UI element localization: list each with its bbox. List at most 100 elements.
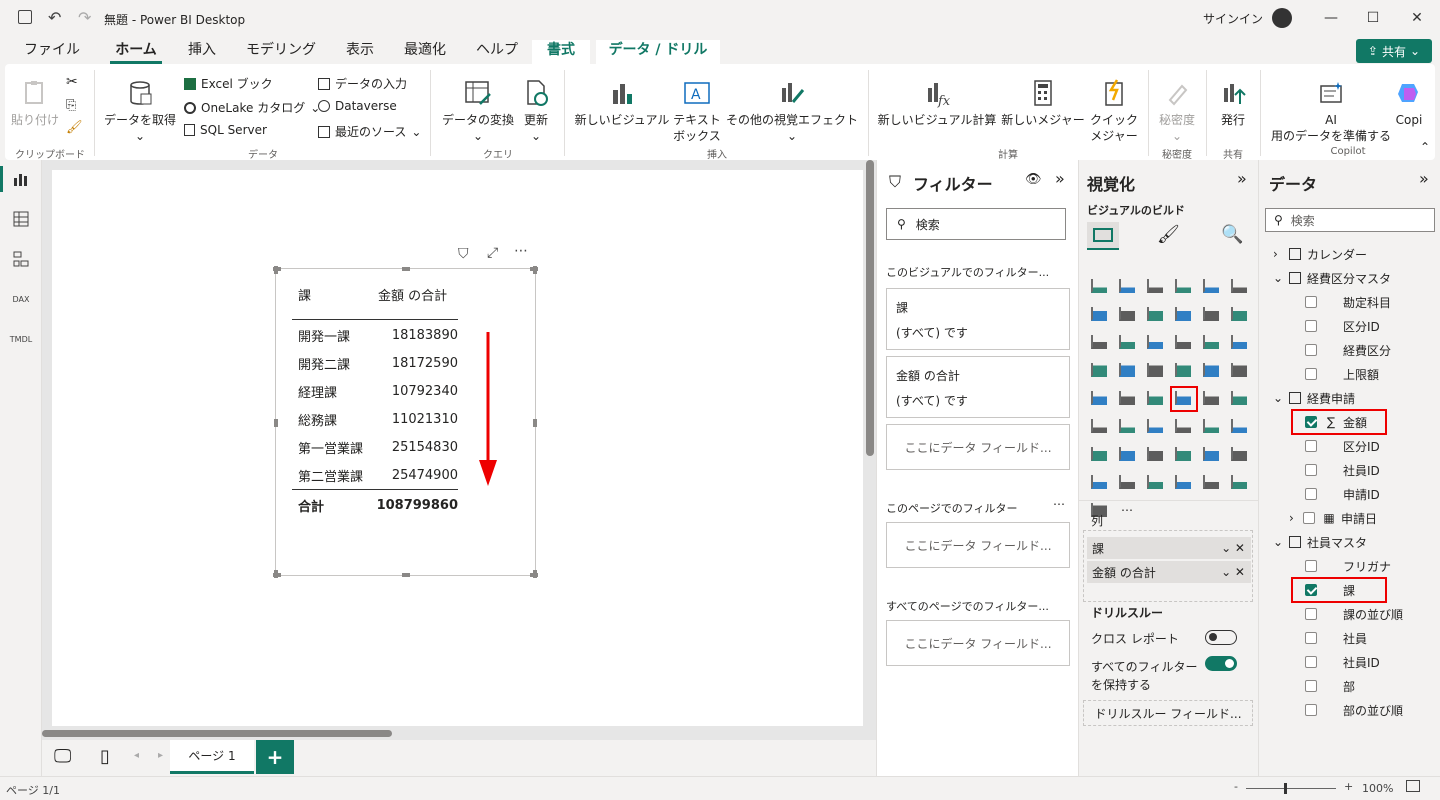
- field-checkbox[interactable]: [1305, 680, 1317, 692]
- sensitivity-button[interactable]: 秘密度 ⌄: [1152, 78, 1202, 144]
- collapse-ribbon-icon[interactable]: ⌃: [1420, 140, 1430, 154]
- tab-optimize[interactable]: 最適化: [401, 40, 449, 64]
- visual-type-icon[interactable]: [1117, 304, 1137, 324]
- save-icon[interactable]: [18, 10, 32, 24]
- maximize-button[interactable]: ☐: [1350, 0, 1396, 36]
- all-pages-filter-drop-zone[interactable]: ここにデータ フィールド...: [886, 620, 1070, 666]
- visual-type-icon[interactable]: [1145, 472, 1165, 492]
- mobile-layout-icon[interactable]: ▯: [100, 746, 110, 767]
- visual-type-icon[interactable]: [1117, 360, 1137, 380]
- publish-button[interactable]: 発行: [1210, 78, 1256, 128]
- field-checkbox[interactable]: [1305, 296, 1317, 308]
- visual-type-icon[interactable]: [1089, 444, 1109, 464]
- tab-view[interactable]: 表示: [342, 40, 378, 64]
- close-button[interactable]: ✕: [1394, 0, 1440, 36]
- focus-mode-icon[interactable]: ⤢: [487, 245, 498, 261]
- quick-measure-button[interactable]: クイック メジャー: [1086, 78, 1142, 144]
- copilot-button[interactable]: Copi: [1392, 78, 1426, 128]
- visual-type-icon[interactable]: [1089, 472, 1109, 492]
- visual-type-icon[interactable]: [1145, 416, 1165, 436]
- tab-home[interactable]: ホーム: [110, 40, 162, 64]
- tab-insert[interactable]: 挿入: [184, 40, 220, 64]
- visual-type-icon[interactable]: [1117, 472, 1137, 492]
- field-checkbox[interactable]: [1305, 344, 1317, 356]
- visual-type-icon[interactable]: [1117, 388, 1137, 408]
- visual-type-icon[interactable]: [1229, 444, 1249, 464]
- field-node[interactable]: 社員ID: [1259, 650, 1440, 674]
- table-node[interactable]: ⌄ 経費申請: [1259, 386, 1440, 410]
- visual-type-icon[interactable]: [1089, 416, 1109, 436]
- filter-search-input[interactable]: ⚲ 検索: [886, 208, 1066, 240]
- visual-type-icon[interactable]: [1201, 388, 1221, 408]
- enter-data-button[interactable]: データの入力: [318, 75, 407, 92]
- fit-to-page-icon[interactable]: [1406, 780, 1420, 792]
- visual-type-icon[interactable]: [1089, 304, 1109, 324]
- field-node[interactable]: › ▦ 申請日: [1259, 506, 1440, 530]
- collapse-pane-icon[interactable]: »: [1055, 169, 1065, 188]
- more-options-icon[interactable]: ⋯: [514, 243, 528, 259]
- more-visuals-button[interactable]: その他の視覚エフェクト ⌄: [724, 78, 860, 144]
- keep-filters-toggle[interactable]: [1205, 656, 1237, 671]
- visual-type-icon[interactable]: [1201, 276, 1221, 296]
- tab-format[interactable]: 書式: [532, 40, 590, 64]
- chevron-down-icon[interactable]: ⌄: [1273, 535, 1287, 549]
- undo-icon[interactable]: ↶: [48, 8, 61, 27]
- field-checkbox[interactable]: [1305, 560, 1317, 572]
- visual-type-icon[interactable]: [1145, 304, 1165, 324]
- recent-sources-button[interactable]: 最近のソース ⌄: [318, 123, 421, 140]
- visual-type-icon[interactable]: [1229, 388, 1249, 408]
- tab-modeling[interactable]: モデリング: [244, 40, 318, 64]
- field-node[interactable]: 部の並び順: [1259, 698, 1440, 722]
- visual-type-icon[interactable]: [1201, 360, 1221, 380]
- build-visual-tab[interactable]: [1087, 222, 1119, 250]
- sql-server-button[interactable]: SQL Server: [184, 123, 267, 137]
- visual-type-icon[interactable]: [1173, 416, 1193, 436]
- zoom-slider[interactable]: [1246, 788, 1336, 789]
- table-view-icon[interactable]: [10, 208, 32, 230]
- get-data-button[interactable]: データを取得 ⌄: [100, 78, 180, 144]
- collapse-pane-icon[interactable]: »: [1419, 169, 1429, 188]
- ai-prep-button[interactable]: AI 用のデータを準備する: [1268, 78, 1394, 144]
- more-options-icon[interactable]: ⋯: [1053, 497, 1065, 511]
- new-visual-calc-button[interactable]: fx 新しいビジュアル計算: [874, 78, 1000, 128]
- zoom-slider-thumb[interactable]: [1284, 783, 1287, 794]
- visual-type-icon[interactable]: [1173, 276, 1193, 296]
- visual-type-icon[interactable]: [1145, 360, 1165, 380]
- model-view-icon[interactable]: [10, 248, 32, 270]
- visual-type-icon[interactable]: [1089, 360, 1109, 380]
- field-node[interactable]: 申請ID: [1259, 482, 1440, 506]
- field-node[interactable]: 社員: [1259, 626, 1440, 650]
- new-visual-button[interactable]: 新しいビジュアル: [572, 78, 672, 128]
- field-node[interactable]: 区分ID: [1259, 434, 1440, 458]
- visual-type-icon[interactable]: [1145, 332, 1165, 352]
- visual-filter-drop-zone[interactable]: ここにデータ フィールド...: [886, 424, 1070, 470]
- visual-type-icon[interactable]: [1089, 276, 1109, 296]
- field-checkbox[interactable]: [1305, 440, 1317, 452]
- visual-type-icon[interactable]: [1173, 332, 1193, 352]
- copy-icon[interactable]: ⎘: [66, 98, 76, 113]
- table-node[interactable]: ⌄ 経費区分マスタ: [1259, 266, 1440, 290]
- zoom-in-button[interactable]: +: [1344, 780, 1353, 793]
- field-node[interactable]: フリガナ: [1259, 554, 1440, 578]
- field-node[interactable]: 社員ID: [1259, 458, 1440, 482]
- visual-type-icon[interactable]: [1229, 472, 1249, 492]
- field-checkbox[interactable]: [1305, 608, 1317, 620]
- column-header-section[interactable]: 課: [298, 285, 311, 304]
- cut-icon[interactable]: ✂: [66, 74, 78, 90]
- visual-type-icon[interactable]: [1145, 444, 1165, 464]
- drillthrough-drop-zone[interactable]: ドリルスルー フィールド...: [1083, 700, 1253, 726]
- visual-type-icon[interactable]: [1145, 276, 1165, 296]
- table-row[interactable]: 経理課 10792340: [298, 377, 458, 405]
- chevron-right-icon[interactable]: ›: [1273, 247, 1287, 261]
- textbox-button[interactable]: A テキスト ボックス: [670, 78, 724, 144]
- well-item-section[interactable]: 課 ⌄ ✕: [1087, 537, 1251, 559]
- field-checkbox[interactable]: [1305, 464, 1317, 476]
- vertical-scrollbar[interactable]: [866, 160, 874, 456]
- visual-type-icon[interactable]: [1173, 444, 1193, 464]
- chevron-down-icon[interactable]: ⌄ ✕: [1221, 565, 1245, 579]
- field-checkbox[interactable]: [1305, 632, 1317, 644]
- field-checkbox[interactable]: [1305, 488, 1317, 500]
- onelake-button[interactable]: OneLake カタログ ⌄: [184, 99, 320, 116]
- table-row[interactable]: 第二営業課 25474900: [298, 461, 458, 489]
- paste-button[interactable]: 貼り付け: [10, 78, 60, 128]
